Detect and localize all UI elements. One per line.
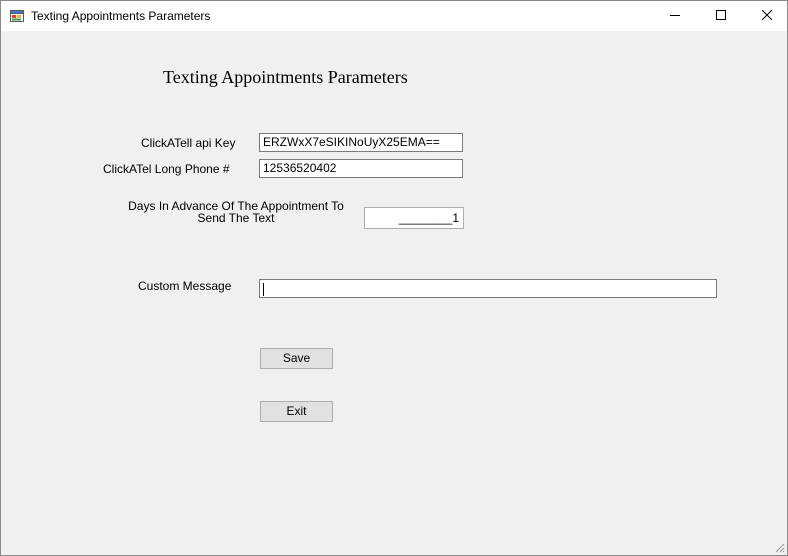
save-button[interactable]: Save	[260, 348, 333, 369]
form-heading: Texting Appointments Parameters	[163, 67, 408, 87]
text-caret	[263, 283, 264, 296]
api-key-label: ClickATell api Key	[141, 136, 236, 150]
minimize-button[interactable]	[652, 1, 698, 31]
window-title: Texting Appointments Parameters	[31, 9, 211, 23]
phone-label: ClickATel Long Phone #	[103, 162, 230, 176]
phone-input[interactable]: 12536520402	[259, 159, 463, 178]
maximize-icon	[716, 9, 726, 23]
app-window: Texting Appointments Parameters Texting …	[0, 0, 788, 556]
days-advance-input[interactable]: ________1	[364, 207, 464, 229]
minimize-icon	[670, 9, 680, 23]
close-icon	[761, 9, 773, 23]
days-advance-label: Days In Advance Of The Appointment To Se…	[128, 199, 344, 225]
custom-message-label: Custom Message	[138, 279, 232, 293]
exit-button[interactable]: Exit	[260, 401, 333, 422]
app-icon	[10, 9, 24, 23]
resize-grip-icon[interactable]	[773, 541, 785, 553]
maximize-button[interactable]	[698, 1, 744, 31]
custom-message-input[interactable]	[259, 279, 717, 298]
close-button[interactable]	[744, 1, 788, 31]
api-key-input[interactable]: ERZWxX7eSIKINoUyX25EMA==	[259, 133, 463, 152]
title-bar[interactable]: Texting Appointments Parameters	[1, 1, 787, 31]
